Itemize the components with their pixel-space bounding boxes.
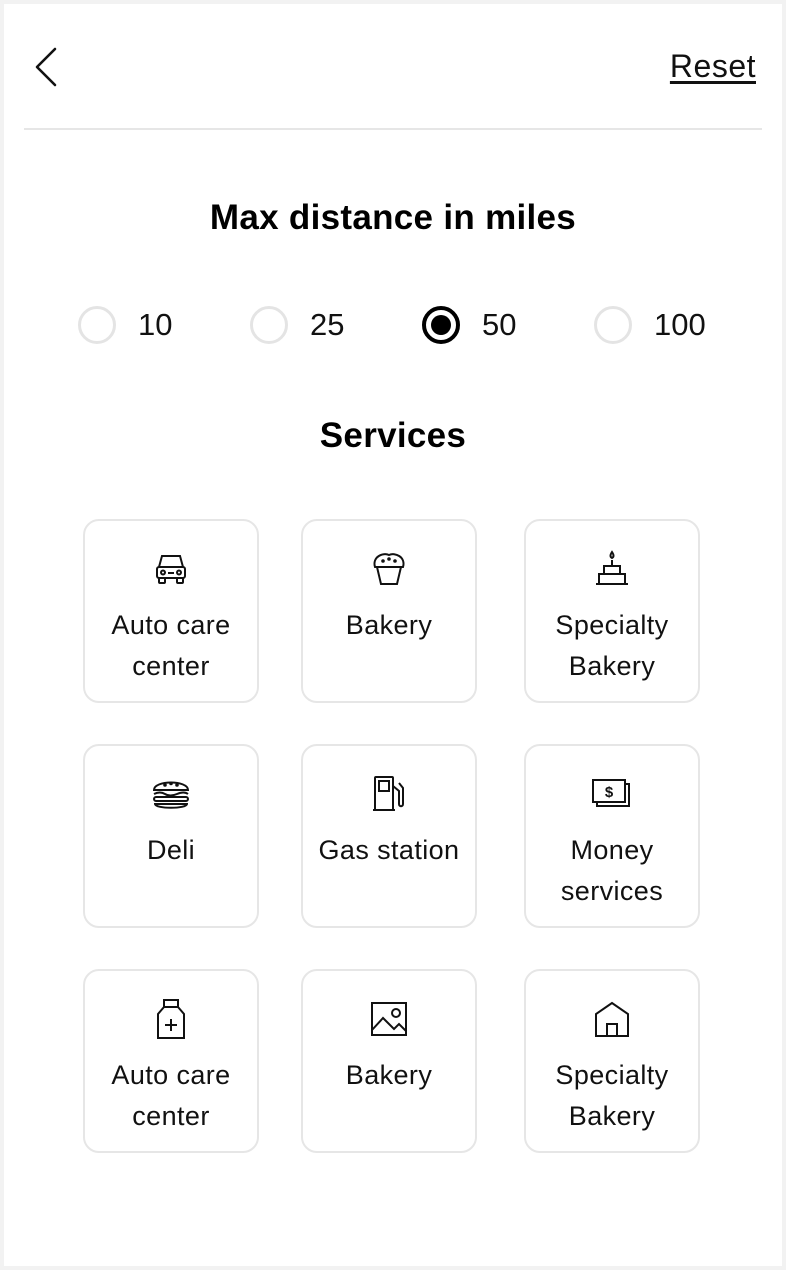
muffin-icon	[303, 549, 475, 589]
distance-section-title: Max distance in miles	[209, 198, 577, 237]
house-icon	[526, 999, 698, 1039]
burger-icon	[85, 774, 257, 814]
reset-link[interactable]: Reset	[670, 48, 756, 85]
car-icon	[85, 549, 257, 589]
top-bar: Reset	[4, 4, 782, 130]
service-tile[interactable]: Bakery	[301, 519, 477, 703]
photo-icon	[303, 999, 475, 1039]
service-tile[interactable]: Gas station	[301, 744, 477, 928]
chevron-left-icon	[34, 47, 58, 92]
service-label: Deli	[146, 835, 196, 865]
service-label: Specialty Bakery	[555, 1060, 669, 1131]
service-tile[interactable]: Auto care center	[83, 969, 259, 1153]
service-tile[interactable]: Specialty Bakery	[524, 519, 700, 703]
radio-option-10[interactable]: 10	[78, 302, 172, 348]
radio-button[interactable]	[78, 306, 116, 344]
radio-label: 25	[310, 307, 345, 342]
header-divider	[24, 128, 762, 130]
radio-label: 100	[654, 307, 706, 342]
store-filter-screen: Reset Max distance in miles 10 25 50 100…	[4, 4, 782, 1266]
service-label: Bakery	[345, 610, 433, 640]
radio-button[interactable]	[594, 306, 632, 344]
service-tile[interactable]: Bakery	[301, 969, 477, 1153]
radio-label: 50	[482, 307, 517, 342]
service-label: Money services	[560, 835, 664, 906]
service-label: Specialty Bakery	[555, 610, 669, 681]
service-tile[interactable]: $ Money services	[524, 744, 700, 928]
service-label: Gas station	[318, 835, 460, 865]
gas-pump-icon	[303, 774, 475, 814]
service-tile[interactable]: Auto care center	[83, 519, 259, 703]
svg-text:$: $	[605, 784, 614, 801]
service-label: Auto care center	[111, 610, 231, 681]
radio-selected-dot	[431, 315, 451, 335]
radio-button-selected[interactable]	[422, 306, 460, 344]
service-tile[interactable]: Deli	[83, 744, 259, 928]
service-tile[interactable]: Specialty Bakery	[524, 969, 700, 1153]
medicine-bottle-icon	[85, 999, 257, 1039]
services-section-title: Services	[319, 416, 467, 455]
back-button[interactable]	[26, 44, 66, 94]
radio-label: 10	[138, 307, 173, 342]
service-label: Auto care center	[111, 1060, 231, 1131]
distance-radio-group: 10 25 50 100	[4, 302, 782, 348]
radio-option-25[interactable]: 25	[250, 302, 344, 348]
radio-option-100[interactable]: 100	[594, 302, 706, 348]
cake-icon	[526, 549, 698, 589]
money-icon: $	[526, 774, 698, 814]
service-label: Bakery	[345, 1060, 433, 1090]
radio-button[interactable]	[250, 306, 288, 344]
radio-option-50[interactable]: 50	[422, 302, 516, 348]
